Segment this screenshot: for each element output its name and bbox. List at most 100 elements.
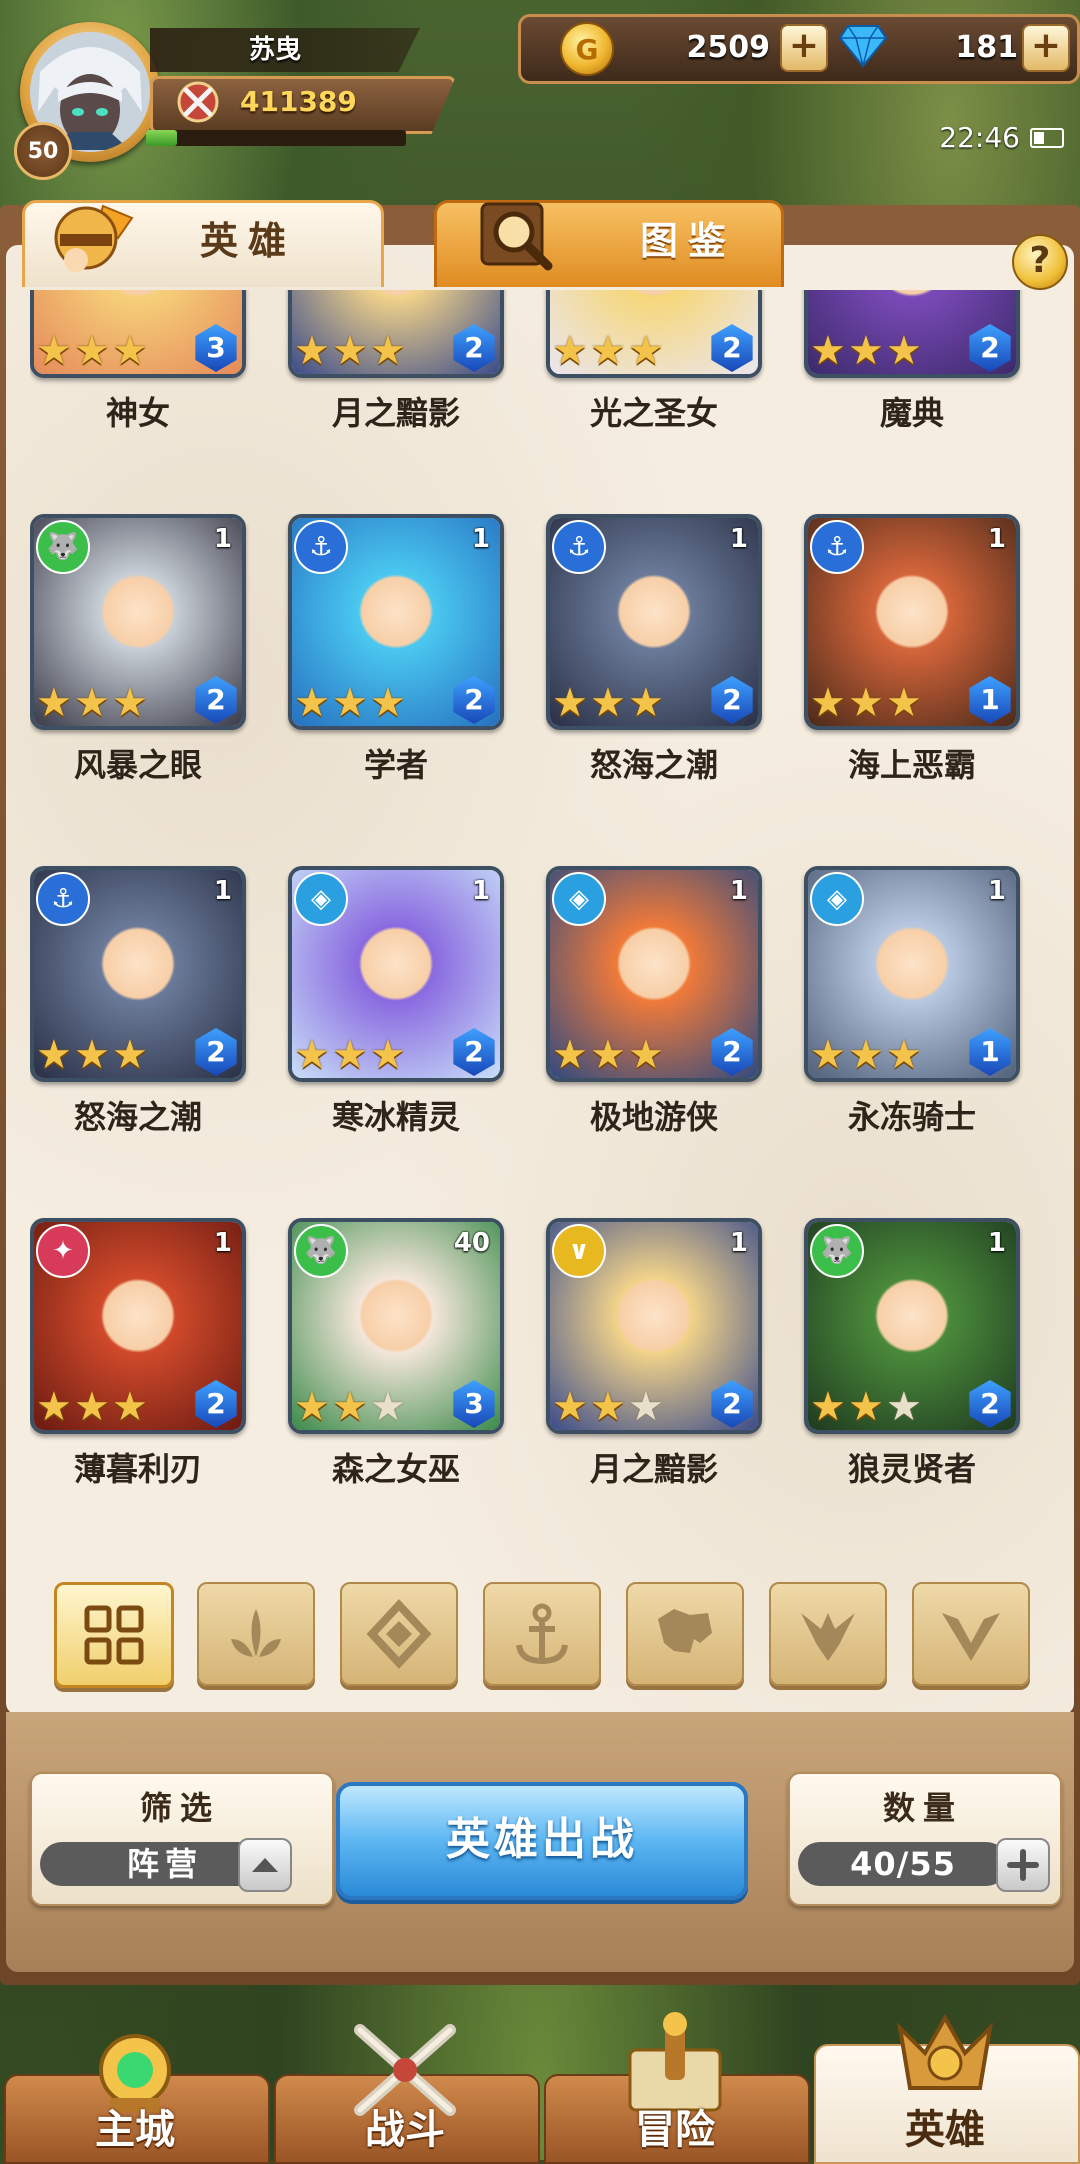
gem-amount: 181: [955, 30, 1018, 65]
star-rating: ★ ★ ★: [294, 680, 408, 726]
hero-portrait[interactable]: ◈ 1 ★ ★ ★ 2: [288, 866, 504, 1082]
star-icon: ★: [36, 1384, 72, 1430]
player-name: 苏曳: [248, 35, 301, 65]
filter-light-button[interactable]: [912, 1582, 1030, 1686]
magnifier-icon: [478, 198, 564, 276]
helmet-icon: [48, 198, 134, 276]
ice-faction-icon: ◈: [294, 872, 348, 926]
star-icon: ★: [74, 328, 110, 374]
hero-level: 40: [453, 1228, 490, 1258]
star-icon: ★: [112, 680, 148, 726]
all-filter-icon: [84, 1605, 144, 1665]
star-icon: ★: [370, 1032, 406, 1078]
hero-level: 1: [987, 524, 1006, 554]
star-icon: ★: [294, 328, 330, 374]
gold-amount: 2509: [686, 30, 771, 65]
nav-label: 战斗: [365, 2107, 445, 2153]
star-rating: ★ ★ ★: [294, 1384, 408, 1430]
filter-ice-button[interactable]: [340, 1582, 458, 1686]
filter-all-button[interactable]: [54, 1582, 174, 1688]
hero-level: 1: [729, 876, 748, 906]
hero-level: 1: [987, 876, 1006, 906]
star-icon: ★: [294, 1384, 330, 1430]
hero-level: 1: [729, 524, 748, 554]
star-icon: ★: [332, 328, 368, 374]
battery-icon: [1030, 128, 1064, 148]
star-icon: ★: [36, 680, 72, 726]
hero-portrait[interactable]: ★ ★ ★ 2: [546, 290, 762, 378]
star-icon: ★: [332, 680, 368, 726]
star-rating: ★ ★ ★: [36, 1032, 150, 1078]
hero-portrait[interactable]: 🐺 1 ★ ★ ★ 2: [30, 514, 246, 730]
fire-faction-icon: ✦: [36, 1224, 90, 1278]
hero-name: 光之圣女: [589, 394, 718, 432]
hero-name: 学者: [363, 746, 428, 784]
hero-count-value: 40/55: [798, 1842, 1008, 1886]
star-icon: ★: [552, 1384, 588, 1430]
star-icon: ★: [848, 680, 884, 726]
star-icon: ★: [886, 328, 922, 374]
expand-slots-button[interactable]: [996, 1838, 1050, 1892]
player-level-badge: 50: [14, 122, 72, 180]
nav-label: 冒险: [635, 2107, 715, 2153]
star-icon: ★: [628, 328, 664, 374]
hero-portrait[interactable]: ⚓ 1 ★ ★ ★ 2: [288, 514, 504, 730]
anchor-faction-icon: ⚓: [810, 520, 864, 574]
wolf-faction-icon: 🐺: [294, 1224, 348, 1278]
star-icon: ★: [112, 1384, 148, 1430]
star-rating: ★ ★ ★: [36, 1384, 150, 1430]
add-gold-button[interactable]: +: [780, 24, 828, 72]
crossed-swords-icon: [176, 80, 220, 124]
star-icon: ★: [848, 1384, 884, 1430]
anchor-faction-icon: ⚓: [294, 520, 348, 574]
star-icon: ★: [810, 1384, 846, 1430]
hero-portrait[interactable]: 🐺 1 ★ ★ ★ 2: [804, 1218, 1020, 1434]
star-icon: ★: [74, 1384, 110, 1430]
hero-portrait[interactable]: ⚓ 1 ★ ★ ★ 2: [546, 514, 762, 730]
star-icon: ★: [294, 1032, 330, 1078]
wolf-faction-icon: 🐺: [36, 520, 90, 574]
hero-portrait[interactable]: ★ ★ ★ 3: [30, 290, 246, 378]
hero-portrait[interactable]: ⚓ 1 ★ ★ ★ 1: [804, 514, 1020, 730]
filter-wolf-button[interactable]: [626, 1582, 744, 1686]
filter-anchor-button[interactable]: [483, 1582, 601, 1686]
hero-portrait[interactable]: ∨ 1 ★ ★ ★ 2: [546, 1218, 762, 1434]
anchor-faction-icon: ⚓: [552, 520, 606, 574]
xp-bar-track: [146, 130, 406, 146]
hero-portrait[interactable]: ★ ★ ★ 2: [804, 290, 1020, 378]
hero-name: 极地游侠: [589, 1098, 718, 1136]
hero-level: 1: [213, 876, 232, 906]
hero-portrait[interactable]: ◈ 1 ★ ★ ★ 2: [546, 866, 762, 1082]
chevron-up-icon: [252, 1858, 278, 1872]
hero-name: 薄暮利刃: [73, 1450, 202, 1488]
hero-name: 寒冰精灵: [331, 1098, 460, 1136]
hero-portrait[interactable]: ⚓ 1 ★ ★ ★ 2: [30, 866, 246, 1082]
filter-toggle-button[interactable]: [238, 1838, 292, 1892]
star-rating: ★ ★ ★: [810, 680, 924, 726]
star-rating: ★ ★ ★: [810, 1032, 924, 1078]
combat-power-value: 411389: [240, 85, 357, 118]
xp-bar-fill: [146, 130, 178, 146]
star-icon: ★: [552, 1032, 588, 1078]
star-icon: ★: [552, 680, 588, 726]
star-icon: ★: [112, 1032, 148, 1078]
help-button[interactable]: ?: [1012, 234, 1068, 290]
filter-fire-button[interactable]: [197, 1582, 315, 1686]
star-icon: ★: [810, 1032, 846, 1078]
star-icon: ★: [36, 328, 72, 374]
star-icon: ★: [590, 1032, 626, 1078]
star-icon: ★: [886, 680, 922, 726]
deploy-heroes-button[interactable]: 英雄出战: [336, 1782, 748, 1900]
hero-portrait[interactable]: 🐺 40 ★ ★ ★ 3: [288, 1218, 504, 1434]
star-icon: ★: [552, 328, 588, 374]
hero-level: 1: [213, 1228, 232, 1258]
ice-filter-icon: [366, 1599, 432, 1669]
tab-album-label: 图鉴: [640, 219, 737, 263]
star-icon: ★: [332, 1384, 368, 1430]
hero-portrait[interactable]: ★ ★ ★ 2: [288, 290, 504, 378]
hero-portrait[interactable]: ✦ 1 ★ ★ ★ 2: [30, 1218, 246, 1434]
add-gems-button[interactable]: +: [1022, 24, 1070, 72]
filter-dark-button[interactable]: [769, 1582, 887, 1686]
ice-faction-icon: ◈: [552, 872, 606, 926]
hero-portrait[interactable]: ◈ 1 ★ ★ ★ 1: [804, 866, 1020, 1082]
